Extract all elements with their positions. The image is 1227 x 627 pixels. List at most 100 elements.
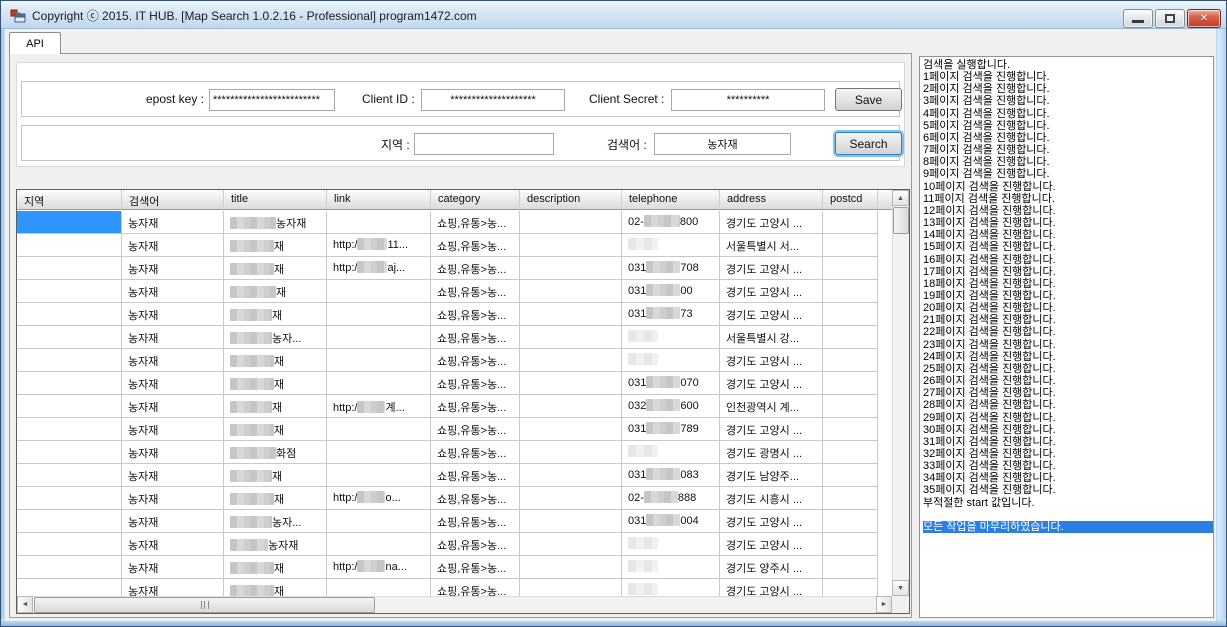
grid-cell[interactable] — [823, 372, 878, 395]
grid-cell[interactable] — [17, 579, 122, 596]
grid-cell[interactable] — [520, 372, 622, 395]
grid-cell[interactable]: 농자재 — [122, 579, 224, 596]
grid-cell[interactable] — [520, 510, 622, 533]
grid-cell[interactable]: 서울특별시 강... — [720, 326, 823, 349]
grid-cell[interactable]: 경기도 남양주... — [720, 464, 823, 487]
grid-cell[interactable] — [823, 257, 878, 280]
vertical-scroll-thumb[interactable] — [893, 207, 909, 234]
grid-cell[interactable]: 농자재 — [122, 487, 224, 510]
grid-cell[interactable] — [17, 556, 122, 579]
grid-cell[interactable]: 농자재 — [122, 303, 224, 326]
grid-cell[interactable]: 03173 — [622, 303, 720, 326]
grid-cell[interactable] — [823, 418, 878, 441]
grid-cell[interactable] — [823, 211, 878, 234]
grid-cell[interactable]: 농자재 — [122, 234, 224, 257]
grid-cell[interactable]: 재 — [224, 556, 327, 579]
grid-cell[interactable] — [622, 326, 720, 349]
grid-cell[interactable] — [823, 303, 878, 326]
grid-cell[interactable]: 경기도 양주시 ... — [720, 556, 823, 579]
grid-cell[interactable]: 031083 — [622, 464, 720, 487]
grid-cell[interactable]: http:/na... — [327, 556, 431, 579]
grid-cell[interactable]: 농자재 — [122, 280, 224, 303]
grid-cell[interactable] — [327, 464, 431, 487]
grid-cell[interactable]: 농자... — [224, 510, 327, 533]
grid-cell[interactable] — [327, 372, 431, 395]
grid-cell[interactable]: 재 — [224, 418, 327, 441]
grid-cell[interactable] — [823, 280, 878, 303]
grid-cell[interactable] — [327, 326, 431, 349]
grid-cell[interactable]: 02-888 — [622, 487, 720, 510]
scroll-right-icon[interactable]: ► — [876, 596, 892, 613]
grid-cell[interactable]: 경기도 고양시 ... — [720, 418, 823, 441]
grid-cell[interactable]: 재 — [224, 280, 327, 303]
grid-cell[interactable] — [327, 441, 431, 464]
grid-cell[interactable] — [520, 464, 622, 487]
grid-cell[interactable] — [17, 211, 122, 234]
grid-cell[interactable]: 031004 — [622, 510, 720, 533]
grid-cell[interactable] — [17, 464, 122, 487]
grid-cell[interactable] — [520, 579, 622, 596]
grid-cell[interactable]: http:/계... — [327, 395, 431, 418]
save-button[interactable]: Save — [835, 88, 902, 111]
grid-cell[interactable]: http:/11... — [327, 234, 431, 257]
grid-cell[interactable]: 농자재 — [122, 418, 224, 441]
grid-cell[interactable]: 032600 — [622, 395, 720, 418]
grid-cell[interactable] — [17, 487, 122, 510]
grid-cell[interactable]: 쇼핑,유통>농... — [431, 556, 520, 579]
grid-cell[interactable]: 02-800 — [622, 211, 720, 234]
grid-cell[interactable] — [17, 280, 122, 303]
grid-cell[interactable]: 쇼핑,유통>농... — [431, 533, 520, 556]
grid-cell[interactable]: 031070 — [622, 372, 720, 395]
grid-cell[interactable] — [520, 257, 622, 280]
grid-cell[interactable] — [520, 211, 622, 234]
grid-cell[interactable]: 경기도 고양시 ... — [720, 280, 823, 303]
grid-column-header[interactable]: description — [520, 190, 622, 210]
grid-cell[interactable] — [520, 349, 622, 372]
grid-cell[interactable] — [17, 349, 122, 372]
grid-cell[interactable]: 재 — [224, 579, 327, 596]
grid-cell[interactable] — [327, 280, 431, 303]
grid-cell[interactable] — [520, 395, 622, 418]
grid-cell[interactable]: 031789 — [622, 418, 720, 441]
grid-cell[interactable] — [17, 418, 122, 441]
grid-cell[interactable]: 쇼핑,유통>농... — [431, 303, 520, 326]
grid-column-header[interactable]: telephone — [622, 190, 720, 210]
grid-cell[interactable]: 서울특별시 서... — [720, 234, 823, 257]
grid-cell[interactable]: 쇼핑,유통>농... — [431, 326, 520, 349]
grid-cell[interactable]: 쇼핑,유통>농... — [431, 349, 520, 372]
grid-cell[interactable]: 재 — [224, 487, 327, 510]
grid-cell[interactable]: 쇼핑,유통>농... — [431, 418, 520, 441]
grid-cell[interactable]: 농자재 — [122, 510, 224, 533]
grid-cell[interactable] — [622, 556, 720, 579]
grid-cell[interactable]: 농자재 — [224, 533, 327, 556]
grid-cell[interactable]: 농자재 — [122, 556, 224, 579]
grid-cell[interactable]: 재 — [224, 303, 327, 326]
grid-cell[interactable]: 쇼핑,유통>농... — [431, 441, 520, 464]
grid-cell[interactable]: 농자재 — [122, 395, 224, 418]
grid-cell[interactable] — [823, 234, 878, 257]
grid-cell[interactable] — [327, 418, 431, 441]
grid-cell[interactable] — [520, 556, 622, 579]
grid-cell[interactable] — [17, 326, 122, 349]
grid-cell[interactable]: 인천광역시 계... — [720, 395, 823, 418]
grid-cell[interactable]: 경기도 고양시 ... — [720, 533, 823, 556]
grid-cell[interactable]: 경기도 고양시 ... — [720, 303, 823, 326]
grid-cell[interactable] — [520, 441, 622, 464]
grid-vertical-scrollbar[interactable]: ▲ ▼ — [892, 190, 909, 596]
grid-cell[interactable]: 농자재 — [122, 533, 224, 556]
grid-horizontal-scrollbar[interactable]: ◄ ► — [17, 596, 892, 613]
grid-cell[interactable]: 농자재 — [122, 257, 224, 280]
grid-cell[interactable] — [520, 326, 622, 349]
horizontal-scroll-thumb[interactable] — [34, 597, 375, 613]
grid-cell[interactable] — [17, 510, 122, 533]
grid-cell[interactable]: 경기도 고양시 ... — [720, 211, 823, 234]
grid-cell[interactable]: 쇼핑,유통>농... — [431, 234, 520, 257]
grid-cell[interactable]: 농자재 — [122, 211, 224, 234]
grid-cell[interactable]: 쇼핑,유통>농... — [431, 487, 520, 510]
grid-cell[interactable]: 쇼핑,유통>농... — [431, 280, 520, 303]
grid-cell[interactable] — [823, 395, 878, 418]
grid-cell[interactable] — [327, 349, 431, 372]
grid-cell[interactable]: 농자재 — [122, 441, 224, 464]
grid-cell[interactable] — [520, 234, 622, 257]
grid-column-header[interactable]: address — [720, 190, 823, 210]
